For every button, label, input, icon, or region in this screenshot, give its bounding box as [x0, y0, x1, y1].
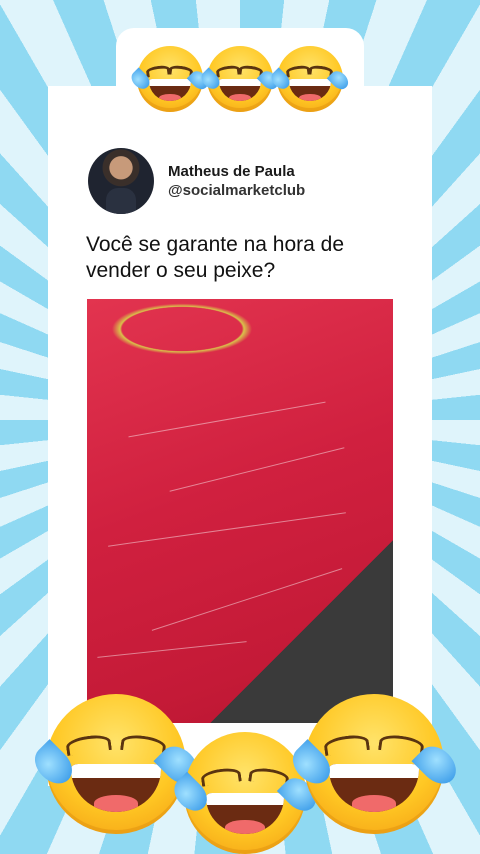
laughing-emoji-icon: [268, 46, 352, 112]
laughing-emoji-icon: [285, 694, 463, 834]
laughing-emoji-icon: [128, 46, 212, 112]
bottom-emoji-row: [0, 690, 480, 854]
avatar[interactable]: [88, 148, 154, 214]
post-text: Você se garante na hora de vender o seu …: [86, 233, 345, 282]
top-emoji-row: [0, 46, 480, 116]
post-video[interactable]: [87, 299, 393, 723]
laughing-emoji-icon: [198, 46, 282, 112]
author-name[interactable]: Matheus de Paula: [168, 163, 305, 180]
laughing-emoji-icon: [167, 732, 323, 854]
post-author[interactable]: Matheus de Paula @socialmarketclub: [88, 148, 305, 214]
author-handle[interactable]: @socialmarketclub: [168, 182, 305, 199]
laughing-emoji-icon: [27, 694, 205, 834]
